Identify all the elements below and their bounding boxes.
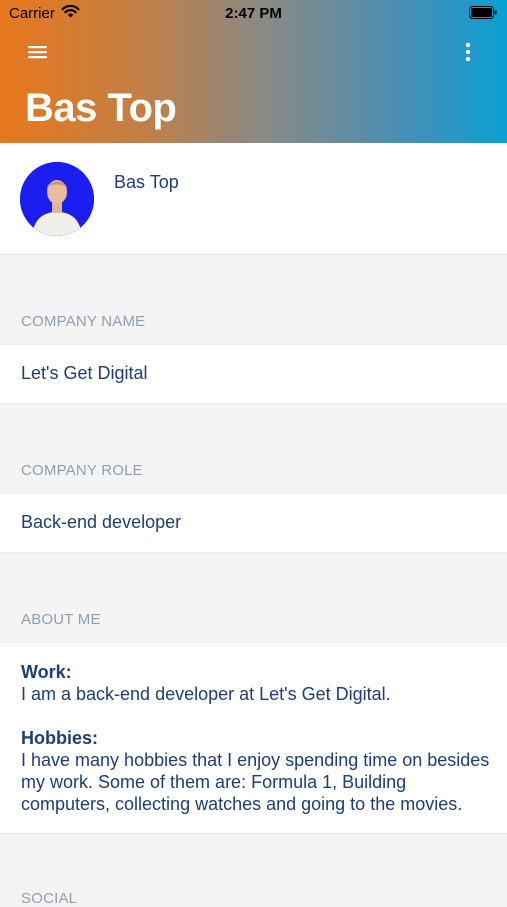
company-role-value: Back-end developer xyxy=(21,512,182,532)
about-me-label: ABOUT ME xyxy=(21,611,101,628)
about-me-cell: Work: I am a back-end developer at Let's… xyxy=(0,642,507,834)
company-name-cell: Let's Get Digital xyxy=(0,344,507,404)
page-title: Bas Top xyxy=(25,86,177,130)
hobbies-heading: Hobbies: xyxy=(21,728,99,748)
company-name-label: COMPANY NAME xyxy=(21,313,146,330)
status-time: 2:47 PM xyxy=(225,5,282,22)
person-photo-icon xyxy=(20,162,94,236)
battery-icon xyxy=(469,6,497,19)
company-role-cell: Back-end developer xyxy=(0,493,507,553)
status-bar: Carrier 2:47 PM xyxy=(0,0,507,26)
company-name-value: Let's Get Digital xyxy=(21,363,148,383)
hobbies-text: I have many hobbies that I enjoy spendin… xyxy=(21,750,490,814)
profile-name: Bas Top xyxy=(114,172,179,192)
profile-row: Bas Top xyxy=(0,143,507,255)
social-label: SOCIAL xyxy=(21,890,78,907)
work-text: I am a back-end developer at Let's Get D… xyxy=(21,684,391,704)
hamburger-menu-icon[interactable] xyxy=(27,43,48,61)
company-role-label: COMPANY ROLE xyxy=(21,462,143,479)
about-me-text: Work: I am a back-end developer at Let's… xyxy=(21,661,493,815)
work-heading: Work: xyxy=(21,662,72,682)
more-vertical-icon[interactable] xyxy=(459,41,477,63)
avatar xyxy=(20,162,94,236)
